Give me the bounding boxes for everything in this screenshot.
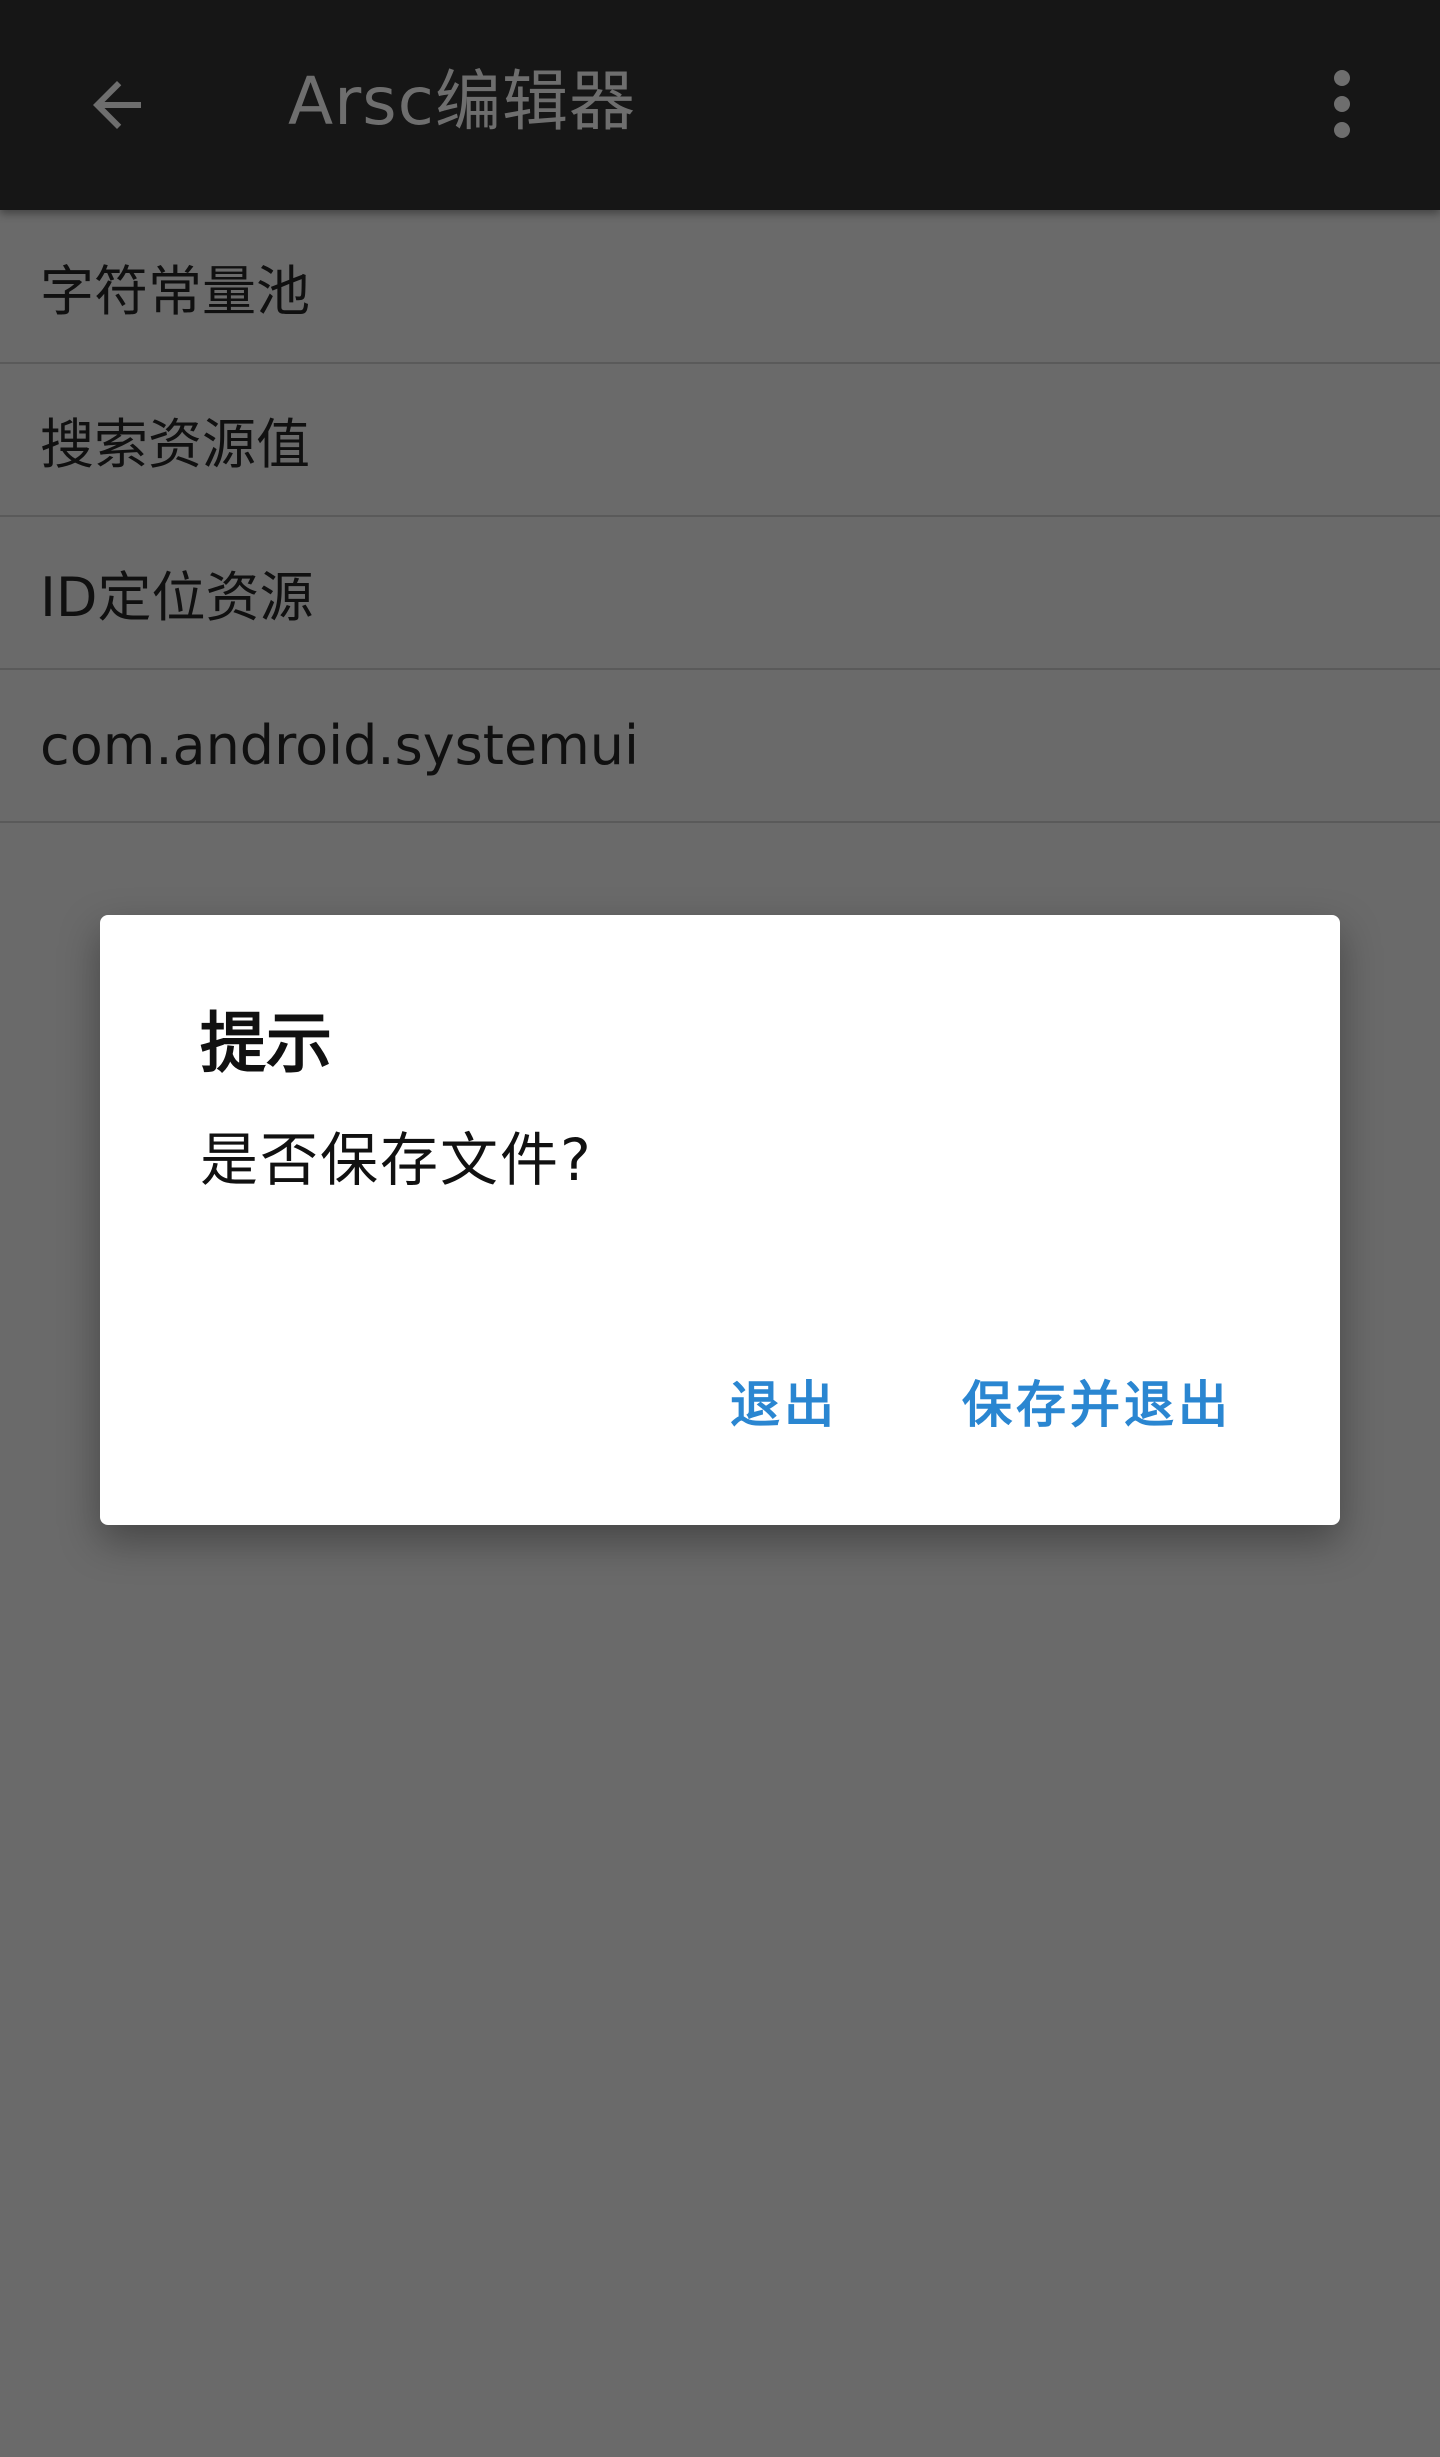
list-item-search-resource-value[interactable]: 搜索资源值: [0, 364, 1440, 517]
exit-button[interactable]: 退出: [730, 1355, 838, 1455]
dialog-message: 是否保存文件?: [200, 1126, 593, 1194]
dialog-title: 提示: [200, 1005, 332, 1082]
save-prompt-dialog: 提示 是否保存文件? 退出 保存并退出: [100, 915, 1340, 1525]
more-vert-icon: [1334, 70, 1350, 138]
overflow-menu-button[interactable]: [1292, 50, 1392, 160]
back-button[interactable]: [62, 50, 172, 160]
resource-list: 字符常量池 搜索资源值 ID定位资源 com.android.systemui: [0, 210, 1440, 823]
arrow-back-icon: [93, 81, 141, 129]
app-bar: Arsc编辑器: [0, 0, 1440, 210]
list-item-string-pool[interactable]: 字符常量池: [0, 210, 1440, 364]
list-item-locate-by-id[interactable]: ID定位资源: [0, 517, 1440, 670]
save-and-exit-button[interactable]: 保存并退出: [962, 1355, 1232, 1455]
app-title: Arsc编辑器: [288, 63, 636, 140]
list-item-package[interactable]: com.android.systemui: [0, 670, 1440, 823]
